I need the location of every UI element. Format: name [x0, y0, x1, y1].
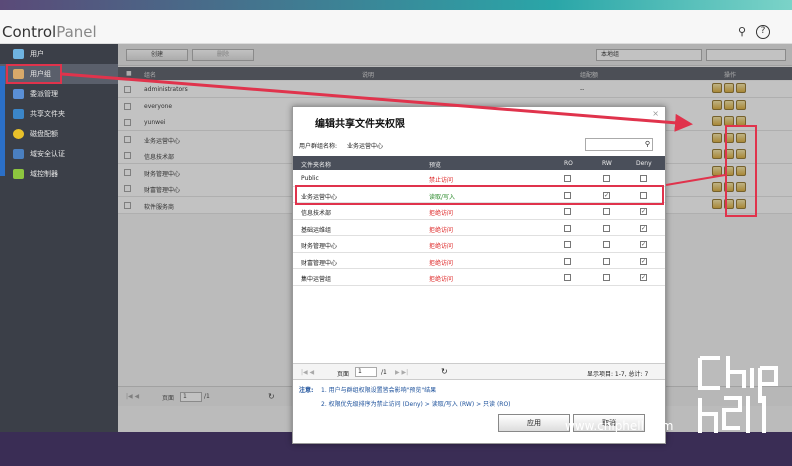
annotation-arrows: [61, 72, 726, 186]
chiphell-logo: [698, 356, 778, 433]
watermark: www.chiphell.com: [565, 419, 674, 433]
